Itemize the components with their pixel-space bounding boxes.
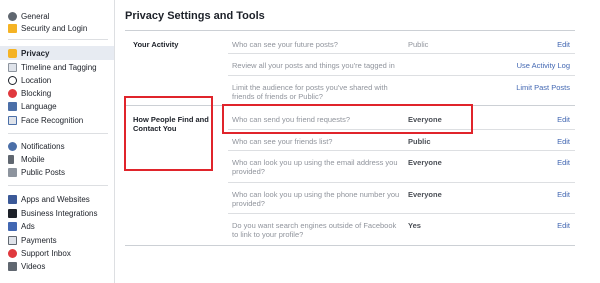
setting-question: Who can see your friends list? <box>232 137 333 146</box>
sidebar-item-security[interactable]: Security and Login <box>8 22 87 34</box>
globe-icon <box>8 141 17 151</box>
sidebar-item-notifications[interactable]: Notifications <box>8 140 65 152</box>
sidebar-item-privacy[interactable]: Privacy <box>0 46 114 60</box>
sidebar-divider <box>8 185 108 186</box>
page-title: Privacy Settings and Tools <box>125 10 265 22</box>
sidebar-item-ads[interactable]: Ads <box>8 220 35 232</box>
lock-icon <box>8 48 17 58</box>
section-divider <box>125 245 575 246</box>
sidebar-item-label: Language <box>21 101 57 111</box>
mobile-icon <box>8 154 14 164</box>
setting-question: Review all your posts and things you're … <box>232 61 395 70</box>
setting-value: Everyone <box>408 190 442 199</box>
sidebar-item-label: Payments <box>21 235 57 245</box>
setting-question: Who can see your future posts? <box>232 40 338 49</box>
edit-link[interactable]: Edit <box>557 40 570 49</box>
block-icon <box>8 88 17 98</box>
edit-link[interactable]: Edit <box>557 221 570 230</box>
sidebar-item-support[interactable]: Support Inbox <box>8 247 71 259</box>
ads-icon <box>8 221 17 231</box>
sidebar-item-label: Notifications <box>21 141 65 151</box>
sidebar-item-apps[interactable]: Apps and Websites <box>8 193 90 205</box>
sidebar-item-label: Blocking <box>21 88 52 98</box>
edit-link[interactable]: Edit <box>557 137 570 146</box>
sidebar-item-blocking[interactable]: Blocking <box>8 87 51 99</box>
apps-icon <box>8 194 17 204</box>
setting-value: Public <box>408 137 431 146</box>
limit-past-posts-link[interactable]: Limit Past Posts <box>516 83 570 92</box>
sidebar-item-label: Face Recognition <box>21 115 84 125</box>
gear-icon <box>8 11 17 21</box>
face-recognition-icon <box>8 115 17 125</box>
setting-value: Everyone <box>408 158 442 167</box>
sidebar-item-mobile[interactable]: Mobile <box>8 153 45 165</box>
edit-link[interactable]: Edit <box>557 190 570 199</box>
sidebar-item-label: Ads <box>21 221 35 231</box>
setting-question: Who can look you up using the email addr… <box>232 158 398 176</box>
edit-link[interactable]: Edit <box>557 158 570 167</box>
highlight-box-section-label <box>124 96 213 171</box>
sidebar-item-label: General <box>21 11 50 21</box>
sidebar-item-timeline[interactable]: Timeline and Tagging <box>8 61 97 73</box>
setting-value: Yes <box>408 221 421 230</box>
title-divider <box>125 30 575 31</box>
payments-icon <box>8 235 17 245</box>
sidebar-item-label: Security and Login <box>21 23 88 33</box>
sidebar-item-label: Public Posts <box>21 167 66 177</box>
sidebar-divider <box>8 39 108 40</box>
row-divider <box>228 75 575 76</box>
sidebar-item-label: Privacy <box>21 48 50 58</box>
sidebar-item-label: Location <box>21 75 52 85</box>
use-activity-log-link[interactable]: Use Activity Log <box>517 61 570 70</box>
edit-link[interactable]: Edit <box>557 115 570 124</box>
setting-question: Do you want search engines outside of Fa… <box>232 221 397 239</box>
language-icon <box>8 101 17 111</box>
row-divider <box>228 182 575 183</box>
section-label-your-activity: Your Activity <box>133 40 179 49</box>
public-posts-icon <box>8 167 17 177</box>
settings-sidebar: General Security and Login Privacy Timel… <box>0 0 115 283</box>
setting-question: Who can look you up using the phone numb… <box>232 190 400 208</box>
sidebar-item-language[interactable]: Language <box>8 100 57 112</box>
support-icon <box>8 248 17 258</box>
sidebar-item-label: Support Inbox <box>21 248 71 258</box>
sidebar-item-label: Timeline and Tagging <box>21 62 97 72</box>
row-divider <box>228 150 575 151</box>
timeline-icon <box>8 62 17 72</box>
sidebar-item-label: Videos <box>21 261 46 271</box>
sidebar-item-label: Apps and Websites <box>21 194 90 204</box>
shield-icon <box>8 23 17 33</box>
highlight-box-friend-requests <box>222 104 473 134</box>
sidebar-item-face-recognition[interactable]: Face Recognition <box>8 114 83 126</box>
business-icon <box>8 208 17 218</box>
sidebar-item-label: Business Integrations <box>21 208 98 218</box>
row-divider <box>228 53 575 54</box>
sidebar-item-public-posts[interactable]: Public Posts <box>8 166 65 178</box>
sidebar-item-label: Mobile <box>21 154 45 164</box>
sidebar-divider <box>8 133 108 134</box>
sidebar-item-videos[interactable]: Videos <box>8 260 45 272</box>
row-divider <box>228 213 575 214</box>
setting-value: Public <box>408 40 429 49</box>
sidebar-item-location[interactable]: Location <box>8 74 51 86</box>
sidebar-item-general[interactable]: General <box>8 10 49 22</box>
sidebar-item-payments[interactable]: Payments <box>8 234 57 246</box>
sidebar-item-business[interactable]: Business Integrations <box>8 207 98 219</box>
location-icon <box>8 75 17 85</box>
videos-icon <box>8 261 17 271</box>
setting-question: Limit the audience for posts you've shar… <box>232 83 388 101</box>
